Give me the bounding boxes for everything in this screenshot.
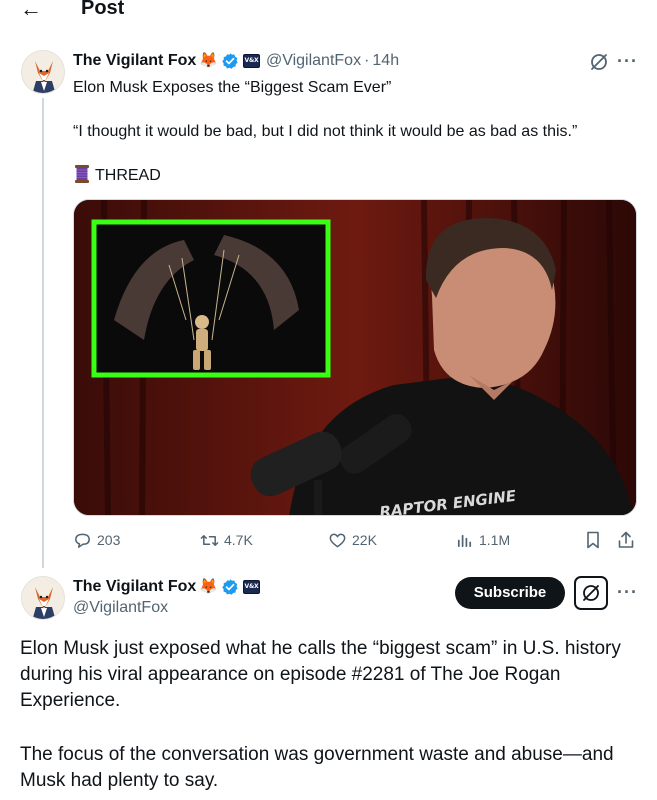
post-text-line: Elon Musk Exposes the “Biggest Scam Ever… [73,79,392,96]
reply-button[interactable]: 203 [73,529,120,551]
spool-of-thread-icon [75,165,89,183]
meta-separator: · [364,52,370,69]
author-display-name[interactable]: The Vigilant Fox [73,577,196,597]
fox-emoji-icon: 🦊 [199,52,218,69]
post-author-row: The Vigilant Fox 🦊 V&X [73,576,260,598]
post-actions-bar: 203 4.7K 22K 1.1M [73,529,637,551]
bookmark-icon[interactable] [583,530,603,550]
views-count: 1.1M [479,532,511,548]
affiliate-badge-icon[interactable]: V&X [242,580,260,594]
post-timestamp[interactable]: 14h [372,51,399,71]
repost-icon [200,534,219,546]
share-icon[interactable] [616,530,636,550]
views-button[interactable]: 1.1M [455,529,510,551]
repost-count: 4.7K [224,532,253,548]
repost-button[interactable]: 4.7K [200,529,253,551]
page-title: Post [81,0,125,19]
reply-icon [75,533,90,548]
author-display-name[interactable]: The Vigilant Fox [73,51,196,71]
more-options-icon[interactable]: ··· [617,52,638,70]
thread-label-row: THREAD [73,164,161,186]
grok-button[interactable] [574,576,608,610]
video-still-image: RAPTOR ENGINE [74,200,636,515]
post-author-row: The Vigilant Fox 🦊 V&X @VigilantFox · 14… [73,50,399,72]
thread-connector-line [42,98,44,568]
fox-avatar-icon [22,577,64,619]
post-body-paragraph: Elon Musk just exposed what he calls the… [20,638,621,711]
heart-icon [329,533,346,547]
views-bar-chart-icon [457,534,472,547]
avatar[interactable] [21,576,65,620]
verified-badge-icon [222,53,238,69]
reply-count: 203 [97,532,121,548]
header-bar: ← Post [0,0,657,24]
author-handle[interactable]: @VigilantFox [266,51,361,71]
grok-icon[interactable] [589,52,609,72]
verified-badge-icon [222,579,238,595]
affiliate-badge-icon[interactable]: V&X [242,54,260,68]
thread-label: THREAD [95,167,161,184]
author-handle[interactable]: @VigilantFox [73,598,168,618]
fox-emoji-icon: 🦊 [199,578,218,595]
post-body-paragraph: The focus of the conversation was govern… [20,744,614,791]
like-count: 22K [352,532,377,548]
post-quote-line: “I thought it would be bad, but I did no… [73,123,578,140]
arrow-left-icon[interactable]: ← [20,0,42,20]
avatar[interactable] [21,50,65,94]
subscribe-button[interactable]: Subscribe [455,577,565,609]
more-options-icon[interactable]: ··· [617,583,638,601]
post-media-image[interactable]: RAPTOR ENGINE [73,199,637,516]
grok-icon [583,585,599,601]
fox-avatar-icon [22,51,64,93]
like-button[interactable]: 22K [328,529,377,551]
